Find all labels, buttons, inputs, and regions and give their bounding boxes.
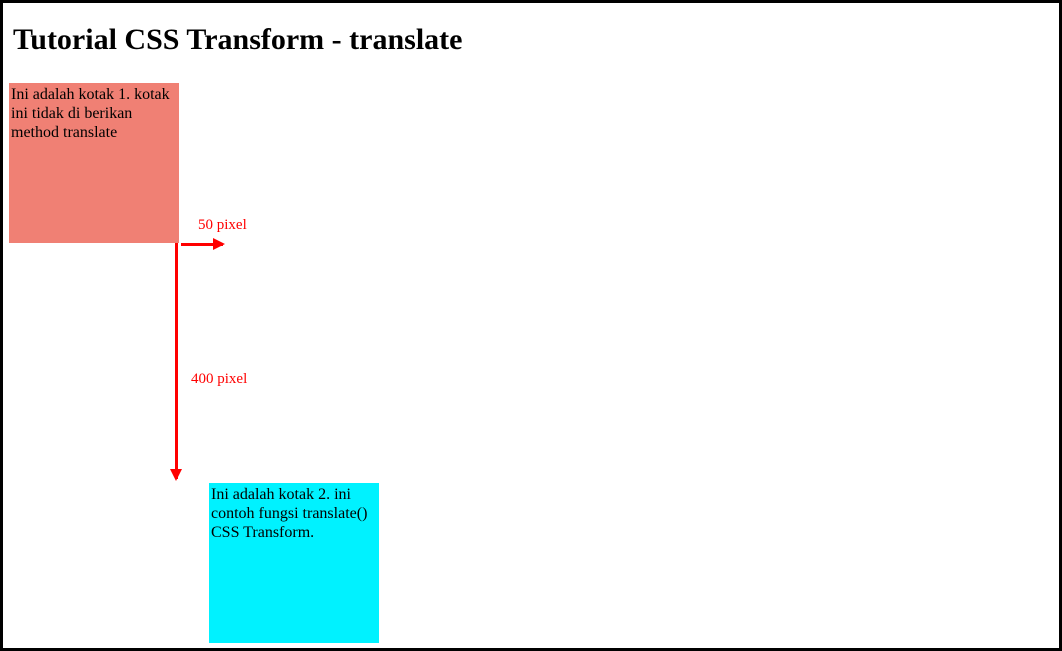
box-1-text: Ini adalah kotak 1. kotak ini tidak di b… bbox=[11, 86, 170, 141]
vertical-offset-label: 400 pixel bbox=[191, 371, 247, 388]
box-1: Ini adalah kotak 1. kotak ini tidak di b… bbox=[9, 83, 179, 243]
box-2-text: Ini adalah kotak 2. ini contoh fungsi tr… bbox=[211, 486, 367, 541]
page-title: Tutorial CSS Transform - translate bbox=[13, 23, 1059, 57]
box-2: Ini adalah kotak 2. ini contoh fungsi tr… bbox=[209, 483, 379, 643]
horizontal-offset-label: 50 pixel bbox=[198, 217, 247, 234]
demo-canvas: Ini adalah kotak 1. kotak ini tidak di b… bbox=[3, 83, 1059, 648]
arrow-right-icon bbox=[181, 243, 223, 246]
arrow-down-icon bbox=[175, 243, 178, 479]
